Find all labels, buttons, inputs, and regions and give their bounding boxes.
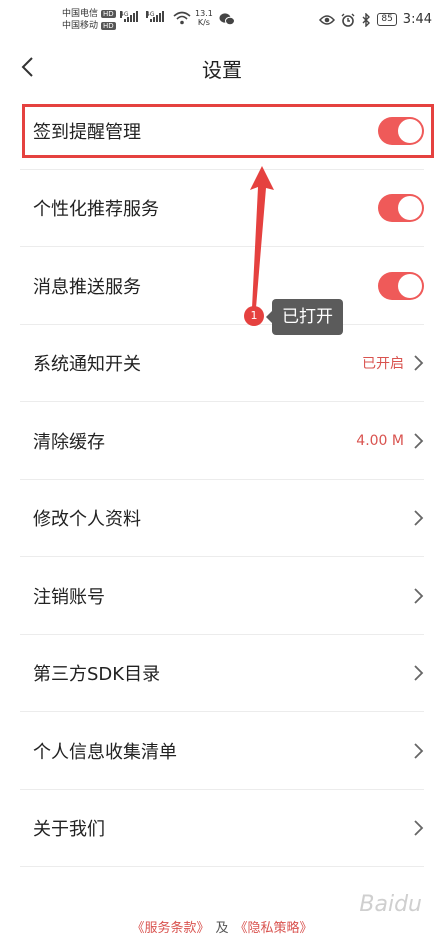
annotation-arrow-icon	[250, 166, 274, 308]
recommendation-toggle[interactable]	[378, 194, 424, 223]
privacy-link[interactable]: 《隐私策略》	[235, 921, 313, 936]
alarm-icon	[341, 13, 355, 27]
carrier-2: 中国移动	[62, 21, 99, 31]
chevron-right-icon	[414, 743, 424, 759]
status-right: 85 3:44	[319, 12, 432, 27]
network-type-1: 4G	[120, 11, 129, 18]
cache-size: 4.00 M	[356, 432, 404, 449]
chevron-right-icon	[414, 510, 424, 526]
settings-list: 签到提醒管理 个性化推荐服务 消息推送服务 系统通知开关 已开启 清除缓存 4.…	[0, 92, 444, 867]
chevron-right-icon	[414, 433, 424, 449]
setting-label: 个性化推荐服务	[33, 199, 159, 221]
toggle-knob	[398, 273, 422, 298]
setting-about-us[interactable]: 关于我们	[0, 790, 444, 868]
baidu-watermark: Baidu	[359, 892, 422, 917]
setting-push-notification[interactable]: 消息推送服务	[0, 247, 444, 325]
bluetooth-icon	[362, 12, 371, 27]
annotation-tooltip: 已打开	[266, 299, 343, 335]
setting-clear-cache[interactable]: 清除缓存 4.00 M	[0, 402, 444, 480]
chevron-right-icon	[414, 355, 424, 371]
eye-icon	[319, 14, 336, 25]
carrier-1: 中国电信	[62, 9, 99, 19]
setting-personal-info-list[interactable]: 个人信息收集清单	[0, 712, 444, 790]
app-header: 设置	[0, 44, 444, 92]
setting-label: 关于我们	[33, 819, 105, 841]
chevron-right-icon	[414, 588, 424, 604]
setting-label: 消息推送服务	[33, 276, 141, 298]
hd-badge-2: HD	[101, 22, 116, 30]
push-notification-toggle[interactable]	[378, 271, 424, 300]
clock: 3:44	[402, 12, 432, 27]
annotation-badge: 1	[244, 306, 264, 326]
setting-label: 个人信息收集清单	[33, 741, 177, 763]
toggle-knob	[398, 196, 422, 221]
chevron-right-icon	[414, 665, 424, 681]
signal-icon-1: 4G	[120, 11, 138, 22]
network-type-2: 4G	[146, 11, 155, 18]
setting-system-notification[interactable]: 系统通知开关 已开启	[0, 325, 444, 403]
footer-and: 及	[215, 921, 229, 936]
setting-label: 注销账号	[33, 586, 105, 608]
footer-links: 《服务条款》及《隐私策略》	[0, 917, 444, 936]
carrier-info: 中国电信 HD 中国移动 HD	[62, 8, 116, 32]
terms-link[interactable]: 《服务条款》	[131, 921, 209, 936]
network-speed: 13.1 K/s	[195, 9, 213, 27]
page-title: 设置	[202, 58, 242, 82]
setting-label: 修改个人资料	[33, 509, 141, 531]
highlight-box	[22, 104, 434, 158]
battery-level: 85	[377, 13, 397, 26]
status-bar: 中国电信 HD 中国移动 HD 4G 4G 13.1 K/s 85 3:44	[0, 0, 444, 40]
setting-edit-profile[interactable]: 修改个人资料	[0, 480, 444, 558]
wechat-icon	[219, 13, 235, 26]
setting-label: 清除缓存	[33, 431, 105, 453]
setting-delete-account[interactable]: 注销账号	[0, 557, 444, 635]
signal-icon-2: 4G	[146, 11, 164, 22]
hd-badge-1: HD	[101, 10, 116, 18]
wifi-icon	[173, 11, 191, 25]
setting-third-party-sdk[interactable]: 第三方SDK目录	[0, 635, 444, 713]
chevron-right-icon	[414, 820, 424, 836]
setting-personalized-recommendation[interactable]: 个性化推荐服务	[0, 170, 444, 248]
setting-label: 系统通知开关	[33, 354, 141, 376]
system-notification-status: 已开启	[362, 356, 404, 373]
setting-label: 第三方SDK目录	[33, 664, 161, 686]
